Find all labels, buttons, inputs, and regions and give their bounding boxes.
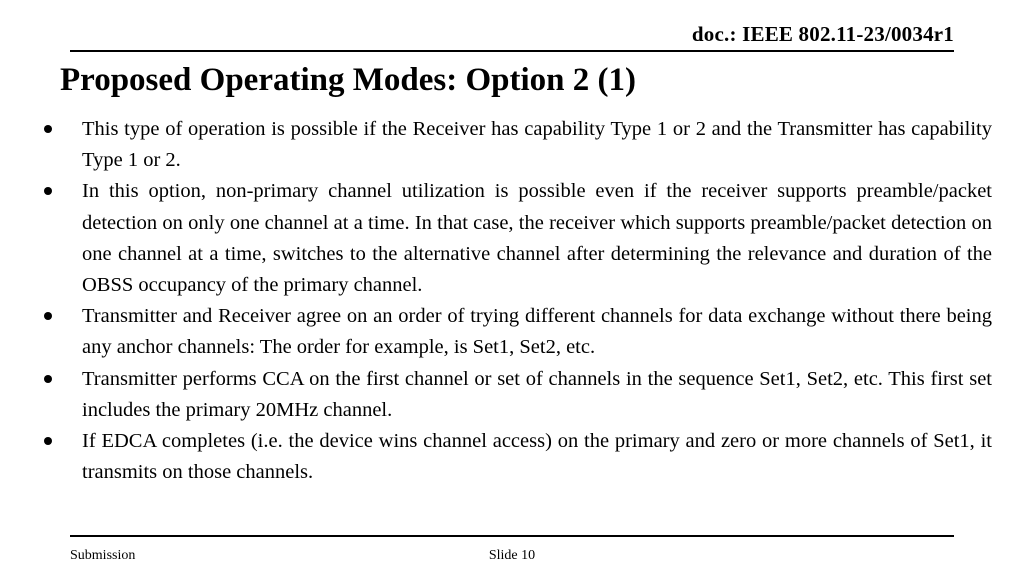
list-item: In this option, non-primary channel util… bbox=[38, 176, 992, 301]
slide: doc.: IEEE 802.11-23/0034r1 Proposed Ope… bbox=[0, 0, 1024, 576]
header-divider bbox=[70, 50, 954, 52]
list-item: Transmitter performs CCA on the first ch… bbox=[38, 364, 992, 426]
list-item: If EDCA completes (i.e. the device wins … bbox=[38, 426, 992, 488]
list-item: This type of operation is possible if th… bbox=[38, 114, 992, 176]
bullet-list: This type of operation is possible if th… bbox=[38, 114, 992, 488]
footer-divider bbox=[70, 535, 954, 537]
bullet-dot-icon bbox=[44, 437, 52, 446]
bullet-dot-icon bbox=[44, 125, 52, 133]
footer-slide-number: Slide 10 bbox=[488, 548, 536, 563]
doc-reference: doc.: IEEE 802.11-23/0034r1 bbox=[691, 22, 954, 46]
bullet-dot-icon bbox=[44, 187, 52, 196]
bullet-dot-icon bbox=[44, 312, 52, 321]
list-item-text: Transmitter performs CCA on the first ch… bbox=[82, 367, 992, 421]
list-item-text: If EDCA completes (i.e. the device wins … bbox=[82, 430, 992, 484]
list-item: Transmitter and Receiver agree on an ord… bbox=[38, 301, 992, 363]
page-title: Proposed Operating Modes: Option 2 (1) bbox=[60, 62, 636, 98]
list-item-text: Transmitter and Receiver agree on an ord… bbox=[82, 305, 992, 359]
bullet-dot-icon bbox=[44, 374, 52, 383]
list-item-text: This type of operation is possible if th… bbox=[82, 118, 992, 172]
list-item-text: In this option, non-primary channel util… bbox=[82, 180, 992, 297]
